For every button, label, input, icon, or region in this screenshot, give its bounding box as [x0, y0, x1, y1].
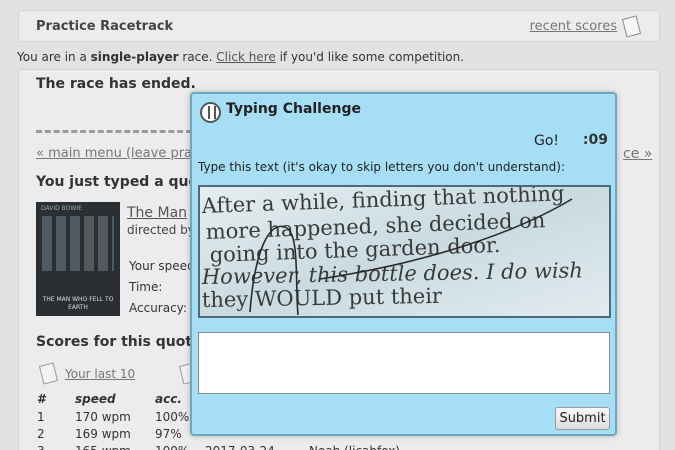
accuracy-label: Accuracy: [129, 301, 187, 315]
typeracer-logo-icon [200, 102, 221, 123]
speed-cell: 165 wpm [75, 442, 155, 450]
notice-suffix: if you'd like some competition. [275, 50, 465, 64]
race-mode-notice: You are in a single-player race. Click h… [17, 50, 464, 64]
instruction-text: Type this text (it's okay to skip letter… [198, 160, 566, 174]
race-stats: Your speed Time: Accuracy: [129, 256, 195, 319]
poster-art [42, 216, 114, 271]
recent-scores-link[interactable]: recent scores [530, 19, 617, 34]
dialog-title: Typing Challenge [226, 101, 361, 117]
go-label: Go! [533, 133, 559, 149]
top-bar: Practice Racetrack recent scores [18, 10, 660, 42]
competition-link[interactable]: Click here [216, 50, 275, 64]
column-header: speed [75, 392, 116, 406]
page-title: Practice Racetrack [36, 19, 174, 34]
next-race-link[interactable]: ce » [623, 146, 652, 162]
accuracy-cell: 100% [155, 442, 205, 450]
column-header: # [37, 392, 46, 406]
document-icon[interactable] [621, 15, 642, 38]
race-ended-heading: The race has ended. [36, 76, 196, 92]
poster-bottom-text: THE MAN WHO FELL TO EARTH [42, 296, 114, 311]
countdown-timer: :09 [582, 132, 608, 148]
table-row: 3 165 wpm 100% 2017-03-24 Noah (licabfox… [37, 442, 400, 450]
speed-label: Your speed [129, 259, 195, 273]
speed-cell: 169 wpm [75, 426, 131, 441]
time-label: Time: [129, 280, 163, 294]
typed-quote-heading: You just typed a quote [36, 174, 215, 190]
captcha-drawing: After a while, finding that nothing more… [200, 187, 609, 316]
movie-poster: DAVID BOWIE THE MAN WHO FELL TO EARTH [36, 202, 120, 316]
last-10-link[interactable]: Your last 10 [65, 367, 135, 381]
directed-by-label: directed by [127, 223, 195, 237]
notice-mode: single-player [90, 50, 179, 64]
submit-button[interactable]: Submit [555, 407, 610, 430]
date-cell: 2017-03-24 [205, 442, 309, 450]
speed-cell: 170 wpm [75, 409, 131, 424]
progress-divider [36, 130, 192, 133]
captcha-line: they WOULD put their [202, 284, 443, 312]
captcha-image: After a while, finding that nothing more… [198, 185, 611, 318]
typing-challenge-dialog: Typing Challenge Go! :09 Type this text … [190, 92, 617, 436]
document-icon[interactable] [38, 362, 59, 385]
poster-top-text: DAVID BOWIE [41, 205, 82, 212]
notice-middle: race. [178, 50, 217, 64]
movie-title-link[interactable]: The Man [127, 205, 187, 221]
notice-prefix: You are in a [17, 50, 91, 64]
typing-input[interactable] [198, 332, 610, 394]
scores-heading: Scores for this quote [36, 334, 202, 350]
rank-cell: 2 [37, 426, 45, 441]
rank-cell: 3 [37, 442, 75, 450]
name-cell: Noah (licabfox) [309, 442, 400, 450]
rank-cell: 1 [37, 409, 45, 424]
